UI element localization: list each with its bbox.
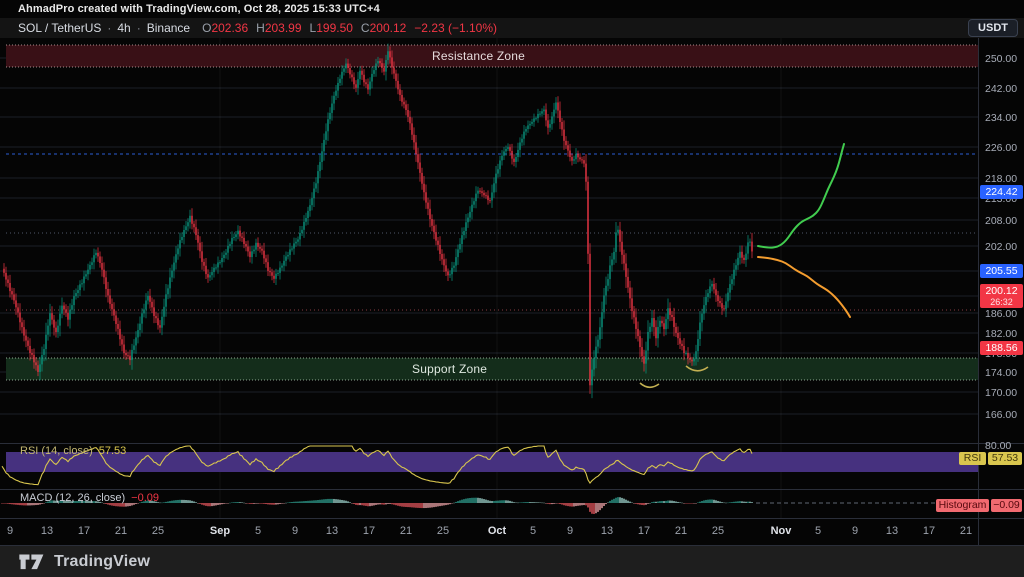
price-tick-label: 186.00 <box>985 308 1017 320</box>
time-axis[interactable]: 9 13 17 21 25 Sep 5 9 13 17 21 25 Oct 5 9 13 17 21 25 Nov 5 9… <box>0 519 1024 546</box>
ohlc-pair: H203.99 <box>256 21 301 35</box>
exchange-label: Binance <box>147 21 190 35</box>
attribution-text: AhmadPro created with TradingView.com, O… <box>18 3 380 15</box>
time-tick-label: 17 <box>638 525 650 537</box>
last-price-badge: 200.1226:32 <box>980 284 1023 308</box>
tradingview-logo[interactable]: TradingView <box>18 552 150 571</box>
ohlc-number: 200.12 <box>370 21 407 35</box>
price-tick-label: 174.00 <box>985 367 1017 379</box>
ohlc-pair: O202.36 <box>202 21 248 35</box>
bar-countdown: 26:32 <box>980 297 1023 308</box>
price-tick-label: 208.00 <box>985 215 1017 227</box>
price-axis[interactable]: 166.00170.00174.00178.00182.00186.00190.… <box>979 38 1024 545</box>
rsi-badge-label: RSI <box>959 452 986 465</box>
time-tick-label: 25 <box>712 525 724 537</box>
time-tick-label: 9 <box>292 525 298 537</box>
time-tick-label: 9 <box>7 525 13 537</box>
price-tick-label: 242.00 <box>985 83 1017 95</box>
ohlc-pair: L199.50 <box>310 21 353 35</box>
rsi-axis-tick: 80.00 <box>985 440 1011 452</box>
ohlc-number: 203.99 <box>265 21 302 35</box>
time-tick-label: 21 <box>675 525 687 537</box>
time-tick-label: 13 <box>326 525 338 537</box>
level-lines[interactable] <box>6 154 978 310</box>
time-tick-month: Oct <box>488 525 506 537</box>
support-zone-label[interactable]: Support Zone <box>412 362 487 376</box>
gridlines <box>0 38 978 518</box>
time-tick-label: 9 <box>852 525 858 537</box>
macd-indicator-title[interactable]: MACD (12, 26, close) −0.09 <box>20 492 159 504</box>
ohlc-number: 199.50 <box>316 21 353 35</box>
last-price-value: 200.12 <box>985 285 1017 297</box>
price-level-badge: 205.55 <box>980 264 1023 278</box>
rsi-indicator-title[interactable]: RSI (14, close) 57.53 <box>20 445 126 457</box>
resistance-zone-label[interactable]: Resistance Zone <box>432 49 525 63</box>
change-value: −2.23 (−1.10%) <box>414 21 497 35</box>
price-tick-label: 226.00 <box>985 142 1017 154</box>
time-tick-month: Sep <box>210 525 230 537</box>
ohlc-pair: C200.12 <box>361 21 406 35</box>
rsi-panel[interactable] <box>2 446 978 485</box>
price-tick-label: 234.00 <box>985 112 1017 124</box>
rsi-band <box>6 452 978 472</box>
ohlc-letter: O <box>202 21 211 35</box>
ohlc-letter: L <box>310 21 317 35</box>
time-tick-label: 5 <box>815 525 821 537</box>
price-level-badge: 188.56 <box>980 341 1023 355</box>
time-tick-label: 17 <box>78 525 90 537</box>
tradingview-chart-window: AhmadPro created with TradingView.com, O… <box>0 0 1024 577</box>
support-zone[interactable] <box>6 358 978 380</box>
time-tick-label: 21 <box>960 525 972 537</box>
symbol-info-bar[interactable]: SOL / TetherUS · 4h · Binance O202.36H20… <box>18 21 497 35</box>
rsi-badge-value: 57.53 <box>988 452 1022 465</box>
interval-label[interactable]: 4h <box>117 21 130 35</box>
rsi-value: 57.53 <box>99 445 127 457</box>
price-tick-label: 182.00 <box>985 328 1017 340</box>
time-tick-label: 9 <box>567 525 573 537</box>
time-tick-label: 13 <box>601 525 613 537</box>
ohlc-letter: C <box>361 21 370 35</box>
separator: · <box>107 21 111 35</box>
currency-toggle-button[interactable]: USDT <box>968 19 1018 37</box>
macd-badge-label: Histogram <box>936 499 989 512</box>
time-tick-label: 13 <box>41 525 53 537</box>
chart-canvas[interactable] <box>0 0 1024 577</box>
price-tick-label: 170.00 <box>985 387 1017 399</box>
price-tick-label: 250.00 <box>985 53 1017 65</box>
time-tick-label: 17 <box>923 525 935 537</box>
footer-bar <box>0 546 1024 577</box>
macd-title-text[interactable]: MACD (12, 26, close) <box>20 492 125 504</box>
time-tick-label: 21 <box>115 525 127 537</box>
price-tick-label: 218.00 <box>985 173 1017 185</box>
time-tick-month: Nov <box>771 525 792 537</box>
price-level-badge: 224.42 <box>980 185 1023 199</box>
time-tick-label: 25 <box>437 525 449 537</box>
time-tick-label: 25 <box>152 525 164 537</box>
price-zones[interactable] <box>6 45 978 380</box>
time-tick-label: 21 <box>400 525 412 537</box>
orange-projection-curve[interactable] <box>758 257 850 317</box>
projection-drawings[interactable] <box>640 144 850 387</box>
time-tick-label: 5 <box>530 525 536 537</box>
ohlc-letter: H <box>256 21 265 35</box>
price-tick-label: 202.00 <box>985 241 1017 253</box>
tradingview-logo-text: TradingView <box>54 553 150 571</box>
time-tick-label: 13 <box>886 525 898 537</box>
higher-low-arc-1[interactable] <box>640 383 659 387</box>
green-projection-curve[interactable] <box>758 144 844 248</box>
time-tick-label: 17 <box>363 525 375 537</box>
tradingview-logo-icon <box>18 552 46 571</box>
candlestick-series[interactable] <box>3 44 752 399</box>
separator: · <box>137 21 141 35</box>
price-tick-label: 166.00 <box>985 409 1017 421</box>
time-tick-label: 5 <box>255 525 261 537</box>
symbol-name[interactable]: SOL / TetherUS <box>18 21 101 35</box>
rsi-title-text[interactable]: RSI (14, close) <box>20 445 93 457</box>
macd-badge-value: −0.09 <box>991 499 1022 512</box>
ohlc-number: 202.36 <box>211 21 248 35</box>
ohlc-values: O202.36 H203.99 L199.50 C200.12 <box>202 21 406 35</box>
macd-value: −0.09 <box>131 492 159 504</box>
